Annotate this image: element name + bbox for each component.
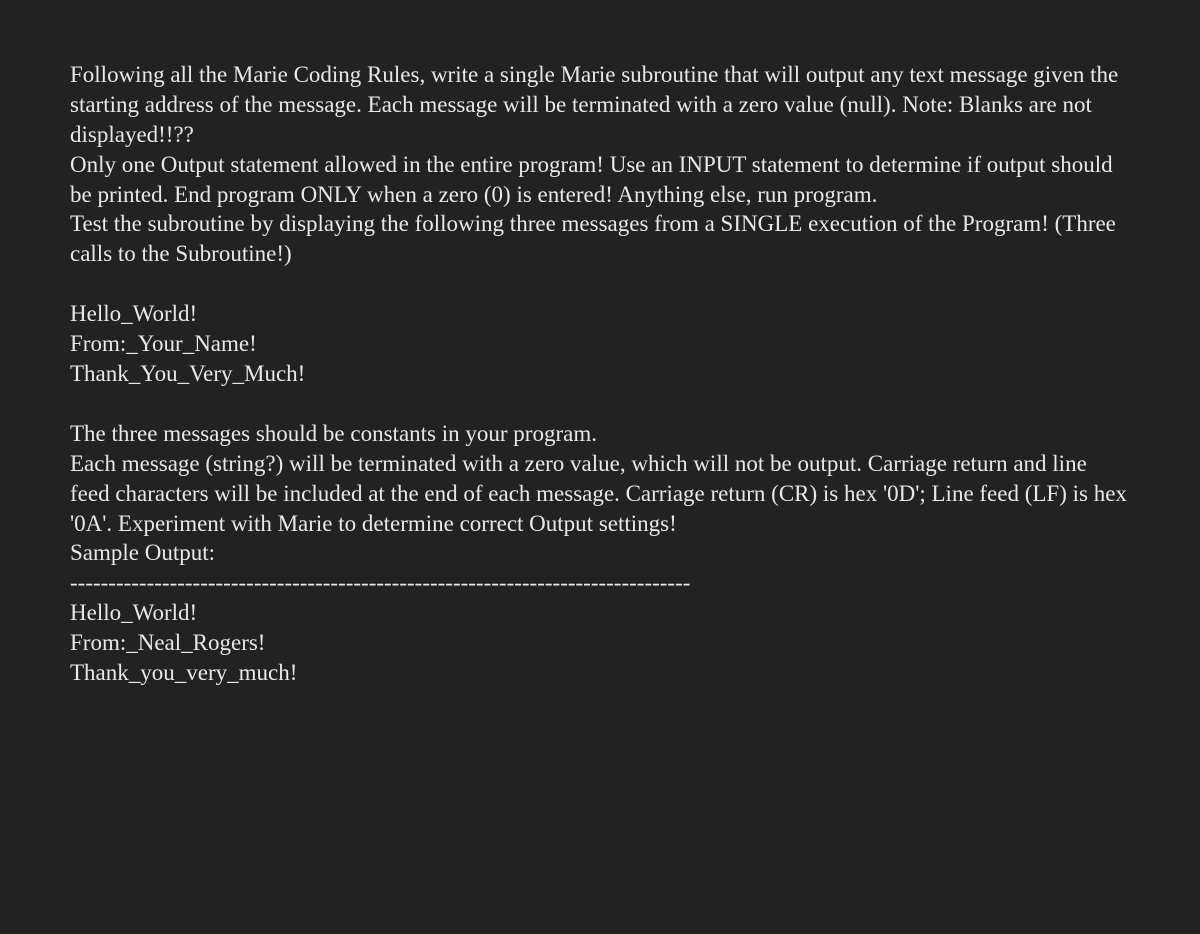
instruction-paragraph-3: Test the subroutine by displaying the fo… xyxy=(70,209,1130,269)
message-example-2: From:_Your_Name! xyxy=(70,329,1130,359)
sample-output-label: Sample Output: xyxy=(70,538,1130,568)
instruction-paragraph-5: Each message (string?) will be terminate… xyxy=(70,449,1130,539)
sample-output-line-2: From:_Neal_Rogers! xyxy=(70,628,1130,658)
instruction-paragraph-2: Only one Output statement allowed in the… xyxy=(70,150,1130,210)
instruction-paragraph-4: The three messages should be constants i… xyxy=(70,419,1130,449)
spacer xyxy=(70,389,1130,419)
sample-output-line-3: Thank_you_very_much! xyxy=(70,658,1130,688)
divider-line: ----------------------------------------… xyxy=(70,568,1130,598)
sample-output-line-1: Hello_World! xyxy=(70,598,1130,628)
message-example-1: Hello_World! xyxy=(70,299,1130,329)
message-example-3: Thank_You_Very_Much! xyxy=(70,359,1130,389)
spacer xyxy=(70,269,1130,299)
instruction-paragraph-1: Following all the Marie Coding Rules, wr… xyxy=(70,60,1130,150)
